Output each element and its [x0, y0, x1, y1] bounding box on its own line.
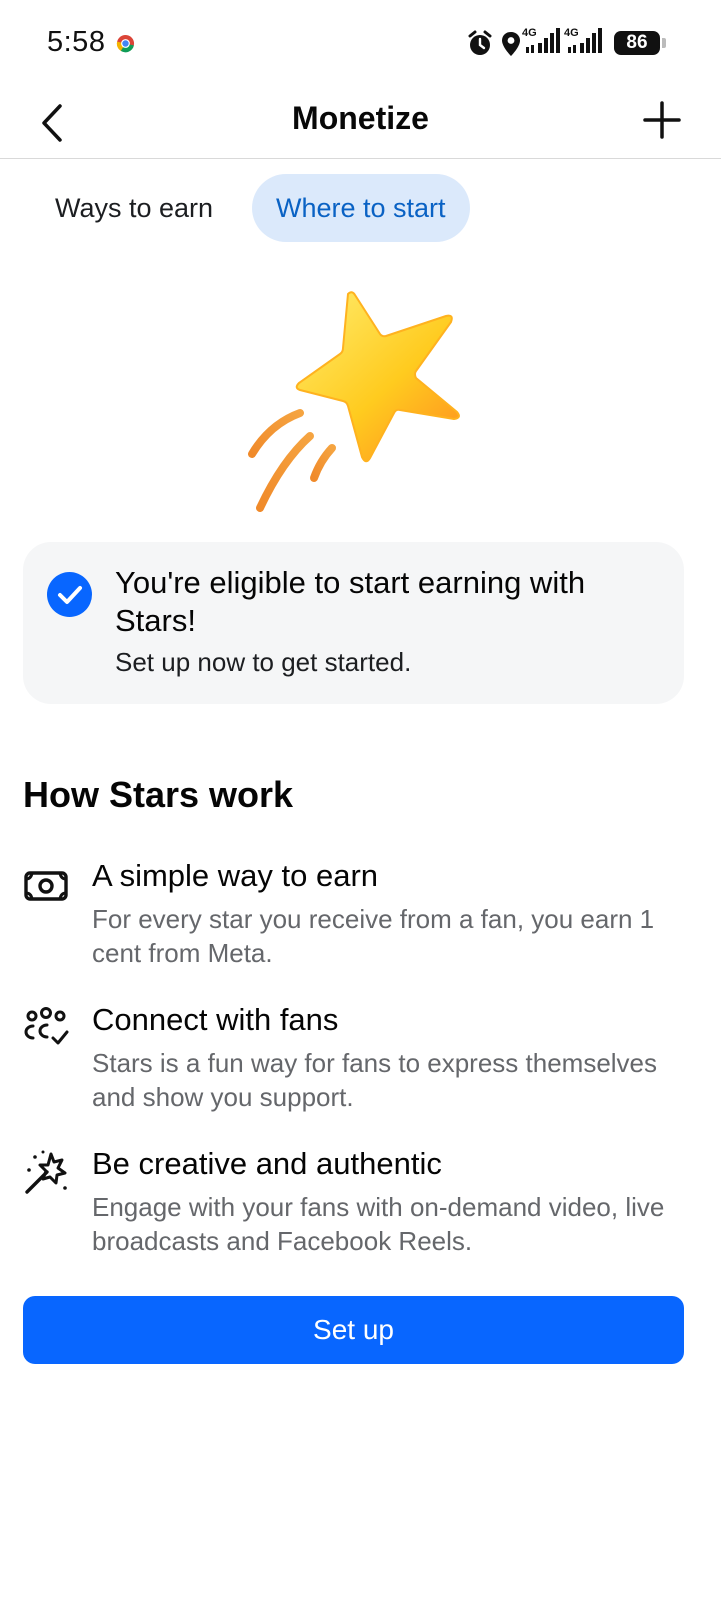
alarm-icon	[468, 30, 492, 55]
status-time: 5:58	[47, 26, 106, 58]
feature-description: For every star you receive from a fan, y…	[92, 904, 655, 968]
shooting-star-illustration	[248, 291, 460, 512]
location-icon	[502, 32, 520, 56]
feature-description: Stars is a fun way for fans to express t…	[92, 1048, 658, 1112]
feature-title: Be creative and authentic	[92, 1146, 442, 1181]
feature-title: Connect with fans	[92, 1002, 339, 1037]
chrome-icon	[116, 34, 135, 53]
battery-icon: 86	[614, 31, 660, 55]
set-up-button[interactable]: Set up	[23, 1296, 684, 1364]
status-bar: 5:58 4G 4G 86	[0, 0, 721, 88]
tab-ways-to-earn[interactable]: Ways to earn	[31, 174, 237, 242]
page-title: Monetize	[292, 100, 429, 136]
check-circle-icon	[47, 572, 92, 617]
eligibility-title: You're eligible to start earning with St…	[115, 565, 586, 638]
eligibility-subtitle: Set up now to get started.	[115, 647, 412, 677]
section-title: How Stars work	[23, 774, 294, 815]
eligibility-card: You're eligible to start earning with St…	[23, 542, 684, 704]
feature-title: A simple way to earn	[92, 858, 379, 893]
magic-wand-icon	[25, 1150, 67, 1194]
money-icon	[24, 871, 68, 901]
battery-tip	[662, 38, 666, 48]
top-bar: Monetize	[0, 88, 721, 159]
tab-where-to-start[interactable]: Where to start	[252, 174, 470, 242]
people-check-icon	[24, 1007, 69, 1045]
feature-description: Engage with your fans with on-demand vid…	[92, 1192, 665, 1256]
plus-icon[interactable]	[640, 98, 684, 142]
